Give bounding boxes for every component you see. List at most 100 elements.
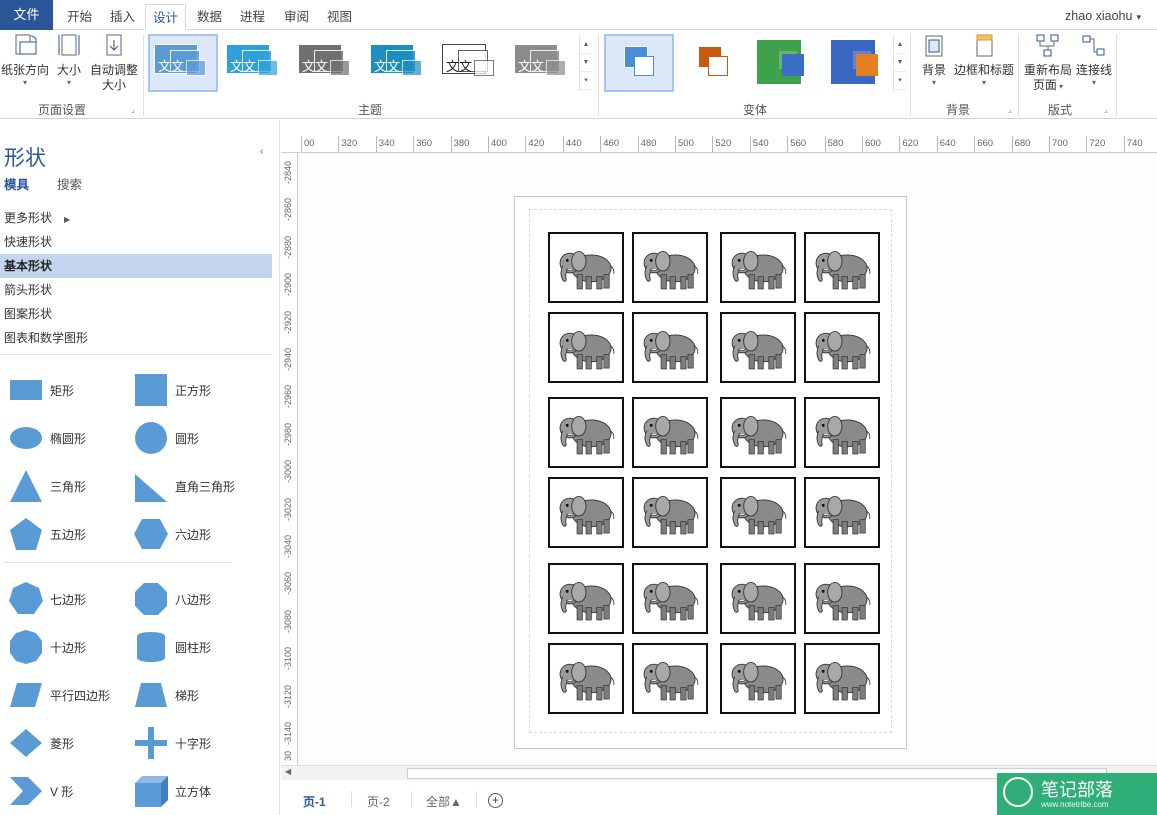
tab-view[interactable]: 视图 <box>320 4 359 30</box>
category-chart-math-shapes[interactable]: 图表和数学图形 <box>0 326 272 350</box>
elephant-image-shape[interactable] <box>548 312 624 383</box>
dialog-launcher-icon[interactable]: ⌟ <box>1008 105 1012 114</box>
shape-square[interactable]: 正方形 <box>129 368 259 412</box>
page-tab-1[interactable]: 页-1 <box>303 793 326 810</box>
shape-right-triangle[interactable]: 直角三角形 <box>129 464 259 508</box>
elephant-image-shape[interactable] <box>804 312 880 383</box>
ruler-tick-label: 460 <box>600 136 620 152</box>
category-quick-shapes[interactable]: 快速形状 <box>0 230 272 254</box>
shape-decagon[interactable]: 十边形 <box>4 625 134 669</box>
elephant-image-shape[interactable] <box>720 643 796 714</box>
elephant-image-shape[interactable] <box>632 643 708 714</box>
tab-process[interactable]: 进程 <box>233 4 272 30</box>
elephant-image-shape[interactable] <box>548 232 624 303</box>
orientation-button[interactable]: 纸张方向 ▾ <box>0 32 50 88</box>
tab-file[interactable]: 文件 <box>0 0 53 30</box>
all-pages-menu[interactable]: 全部▲ <box>426 793 462 810</box>
drawing-canvas[interactable] <box>298 153 1157 765</box>
elephant-image-shape[interactable] <box>804 232 880 303</box>
scroll-down-icon[interactable]: ▼ <box>894 54 906 72</box>
dialog-launcher-icon[interactable]: ⌟ <box>131 105 135 114</box>
variant-option-3[interactable] <box>754 36 820 90</box>
shape-ellipse[interactable]: 椭圆形 <box>4 416 134 460</box>
elephant-image-shape[interactable] <box>720 477 796 548</box>
elephant-image-shape[interactable] <box>632 312 708 383</box>
connectors-button[interactable]: 连接线 ▾ <box>1074 32 1114 88</box>
borders-titles-button[interactable]: 边框和标题 ▾ <box>952 32 1016 88</box>
elephant-image-shape[interactable] <box>720 312 796 383</box>
category-pattern-shapes[interactable]: 图案形状 <box>0 302 272 326</box>
tab-insert[interactable]: 插入 <box>103 4 142 30</box>
elephant-image-shape[interactable] <box>632 397 708 468</box>
elephant-image-shape[interactable] <box>632 563 708 634</box>
elephant-image-shape[interactable] <box>720 397 796 468</box>
shape-triangle[interactable]: 三角形 <box>4 464 134 508</box>
auto-size-button[interactable]: 自动调整 大小 <box>88 32 140 93</box>
theme-option-3[interactable]: 文文 <box>294 36 360 90</box>
variant-gallery-scroll[interactable]: ▲ ▼ ▾ <box>893 36 906 91</box>
elephant-image-shape[interactable] <box>804 397 880 468</box>
theme-option-2[interactable]: 文文 <box>222 36 288 90</box>
elephant-image-shape[interactable] <box>804 563 880 634</box>
size-button[interactable]: 大小 ▾ <box>54 32 84 88</box>
variant-option-1[interactable] <box>604 34 674 92</box>
scroll-left-icon[interactable]: ◀ <box>285 767 291 776</box>
user-account[interactable]: zhao xiaohu ▾ <box>1065 9 1141 23</box>
shape-circle[interactable]: 圆形 <box>129 416 259 460</box>
elephant-image-shape[interactable] <box>548 397 624 468</box>
shape-hexagon[interactable]: 六边形 <box>129 512 259 556</box>
category-more-shapes[interactable]: 更多形状 ▶ <box>0 206 272 230</box>
elephant-image-shape[interactable] <box>720 563 796 634</box>
drawing-page[interactable] <box>514 196 907 749</box>
ruler-tick-label: -2920 <box>283 310 293 334</box>
scroll-up-icon[interactable]: ▲ <box>894 36 906 54</box>
theme-gallery-scroll[interactable]: ▲ ▼ ▾ <box>579 36 592 91</box>
shape-diamond[interactable]: 菱形 <box>4 721 134 765</box>
elephant-image-shape[interactable] <box>720 232 796 303</box>
shape-cross[interactable]: 十字形 <box>129 721 259 765</box>
shape-trapezoid[interactable]: 梯形 <box>129 673 259 717</box>
category-arrow-shapes[interactable]: 箭头形状 <box>0 278 272 302</box>
scroll-up-icon[interactable]: ▲ <box>580 36 592 54</box>
variant-option-2[interactable] <box>680 36 746 90</box>
collapse-panel-icon[interactable]: ‹ <box>260 146 263 157</box>
watermark-url: www.notetribe.com <box>1041 800 1109 809</box>
shape-label: 十字形 <box>175 737 212 751</box>
add-page-icon[interactable]: + <box>488 793 503 808</box>
shape-octagon[interactable]: 八边形 <box>129 577 259 621</box>
theme-option-4[interactable]: 文文 <box>366 36 432 90</box>
dialog-launcher-icon[interactable]: ⌟ <box>1104 105 1108 114</box>
tab-stencils[interactable]: 模具 <box>4 174 29 193</box>
more-icon[interactable]: ▾ <box>894 72 906 90</box>
tab-search[interactable]: 搜索 <box>57 174 82 193</box>
background-button[interactable]: 背景 ▾ <box>916 32 952 88</box>
category-basic-shapes[interactable]: 基本形状 <box>0 254 272 278</box>
shape-rectangle[interactable]: 矩形 <box>4 368 134 412</box>
elephant-image-shape[interactable] <box>804 477 880 548</box>
divider <box>351 791 352 807</box>
relayout-page-button[interactable]: 重新布局 页面 ▾ <box>1022 32 1074 93</box>
variant-option-4[interactable] <box>828 36 894 90</box>
elephant-image-shape[interactable] <box>548 563 624 634</box>
tab-data[interactable]: 数据 <box>190 4 229 30</box>
theme-option-5[interactable]: 文文 <box>438 36 504 90</box>
tab-home[interactable]: 开始 <box>60 4 99 30</box>
shape-cylinder[interactable]: 圆柱形 <box>129 625 259 669</box>
page-tab-2[interactable]: 页-2 <box>367 793 390 810</box>
shape-heptagon[interactable]: 七边形 <box>4 577 134 621</box>
elephant-image-shape[interactable] <box>632 232 708 303</box>
more-icon[interactable]: ▾ <box>580 72 592 90</box>
shape-chevron[interactable]: V 形 <box>4 769 134 813</box>
tab-design[interactable]: 设计 <box>145 4 187 30</box>
elephant-image-shape[interactable] <box>804 643 880 714</box>
shape-pentagon[interactable]: 五边形 <box>4 512 134 556</box>
elephant-image-shape[interactable] <box>548 477 624 548</box>
shape-cube[interactable]: 立方体 <box>129 769 259 813</box>
tab-review[interactable]: 审阅 <box>277 4 316 30</box>
theme-option-1[interactable]: 文文 <box>148 34 218 92</box>
elephant-image-shape[interactable] <box>548 643 624 714</box>
shape-parallelogram[interactable]: 平行四边形 <box>4 673 134 717</box>
theme-option-6[interactable]: 文文 <box>510 36 576 90</box>
scroll-down-icon[interactable]: ▼ <box>580 54 592 72</box>
elephant-image-shape[interactable] <box>632 477 708 548</box>
